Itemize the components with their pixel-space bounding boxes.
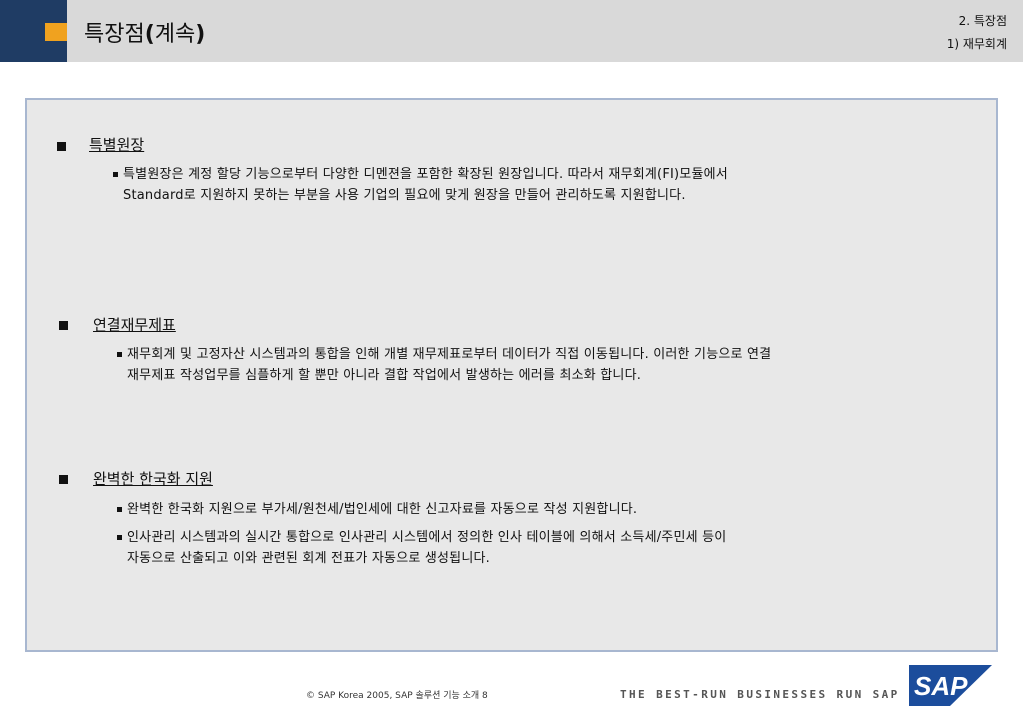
subsection-label: 1) 재무회계 — [946, 37, 1007, 51]
footer-copyright: © SAP Korea 2005, SAP 솔루션 기능 소개 8 — [306, 691, 488, 701]
item-bullet — [117, 507, 122, 512]
sap-logo-text: SAP — [914, 671, 968, 701]
header-bar: 특장점(계속) 2. 특장점 1) 재무회계 — [0, 0, 1023, 62]
page-title: 특장점(계속) — [84, 22, 206, 47]
header-orange-square — [45, 23, 67, 41]
item-bullet — [113, 172, 118, 177]
list-item: 완벽한 한국화 지원으로 부가세/원천세/법인세에 대한 신고자료를 자동으로 … — [117, 499, 638, 520]
list-item: 인사관리 시스템과의 실시간 통합으로 인사관리 시스템에서 정의한 인사 테이… — [117, 527, 727, 569]
item-bullet — [117, 535, 122, 540]
section-title-consolidation: 연결재무제표 — [93, 316, 176, 334]
item-line: 완벽한 한국화 지원으로 부가세/원천세/법인세에 대한 신고자료를 자동으로 … — [127, 502, 638, 517]
section-label: 2. 특장점 — [958, 14, 1007, 28]
section-title-localization: 완벽한 한국화 지원 — [93, 470, 213, 488]
section-bullet — [57, 142, 66, 151]
item-line: 인사관리 시스템과의 실시간 통합으로 인사관리 시스템에서 정의한 인사 테이… — [127, 530, 727, 545]
section-bullet — [59, 475, 68, 484]
list-item: 특별원장은 계정 할당 기능으로부터 다양한 디멘젼을 포함한 확장된 원장입니… — [113, 164, 728, 206]
item-line: Standard로 지원하지 못하는 부분을 사용 기업의 필요에 맞게 원장을… — [123, 188, 686, 203]
sap-logo: SAP — [909, 665, 992, 706]
section-bullet — [59, 321, 68, 330]
item-line: 특별원장은 계정 할당 기능으로부터 다양한 디멘젼을 포함한 확장된 원장입니… — [123, 167, 728, 182]
section-indicator: 2. 특장점 1) 재무회계 — [947, 10, 1007, 56]
footer-tagline: THE BEST-RUN BUSINESSES RUN SAP — [620, 688, 900, 701]
item-line: 재무회계 및 고정자산 시스템과의 통합을 인해 개별 재무제표로부터 데이터가… — [127, 347, 772, 362]
item-bullet — [117, 352, 122, 357]
section-title-special-ledger: 특별원장 — [89, 136, 145, 154]
list-item: 재무회계 및 고정자산 시스템과의 통합을 인해 개별 재무제표로부터 데이터가… — [117, 344, 772, 386]
item-line: 자동으로 산출되고 이와 관련된 회계 전표가 자동으로 생성됩니다. — [127, 551, 490, 566]
content-panel: 특별원장 특별원장은 계정 할당 기능으로부터 다양한 디멘젼을 포함한 확장된… — [25, 98, 998, 652]
item-line: 재무제표 작성업무를 심플하게 할 뿐만 아니라 결합 작업에서 발생하는 에러… — [127, 368, 642, 383]
